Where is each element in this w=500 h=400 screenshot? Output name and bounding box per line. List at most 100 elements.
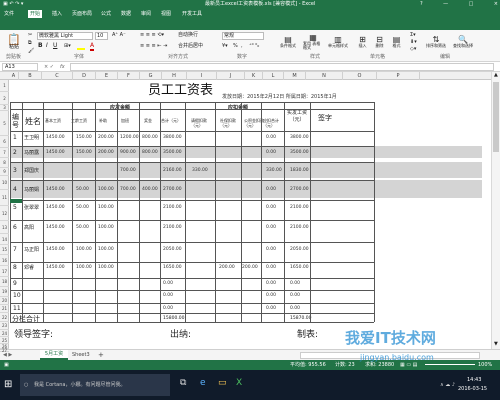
tab-review[interactable]: 审阅 [141, 10, 151, 18]
currency-icon[interactable]: ¥▾ [222, 44, 228, 49]
row-header-27[interactable]: 27 [0, 349, 9, 353]
row-header-13[interactable]: 13 [0, 221, 9, 234]
row-header-10[interactable]: 10 [0, 176, 9, 190]
fill-color-icon[interactable] [77, 44, 85, 50]
cancel-icon[interactable]: × ✓ [44, 65, 54, 70]
row-header-23[interactable]: 23 [0, 322, 9, 330]
column-header-e[interactable]: E [96, 72, 118, 80]
sheet-nav-icon[interactable]: ◀ ▶ [3, 353, 12, 358]
tray-icons[interactable]: ∧ ☁ ♪ [440, 383, 455, 388]
explorer-icon[interactable]: ▭ [218, 378, 227, 388]
bold-icon[interactable]: B [38, 43, 43, 49]
format-button[interactable]: ▤ 格式 [389, 32, 404, 52]
wrap-text-button[interactable]: 自动换行 [178, 33, 198, 38]
row-header-17[interactable]: 17 [0, 266, 9, 277]
tab-insert[interactable]: 插入 [52, 10, 62, 18]
tab-formulas[interactable]: 公式 [101, 10, 111, 18]
row-header-2[interactable]: 2 [0, 92, 9, 105]
font-size-select[interactable]: 10 [95, 32, 108, 40]
copy-icon[interactable]: ⧉ [28, 41, 32, 46]
selected-cell[interactable] [10, 199, 22, 203]
row-header-12[interactable]: 12 [0, 206, 9, 221]
clear-icon[interactable]: ◇▾ [410, 47, 416, 52]
cut-icon[interactable]: ✂ [28, 33, 32, 38]
row-header-19[interactable]: 19 [0, 287, 9, 297]
row-header-7[interactable]: 7 [0, 148, 9, 158]
column-header-g[interactable]: G [140, 72, 162, 80]
column-header-b[interactable]: B [19, 72, 42, 80]
column-header-d[interactable]: D [73, 72, 96, 80]
tab-file[interactable]: 文件 [4, 10, 14, 18]
row-header-16[interactable]: 16 [0, 255, 9, 266]
font-color-icon[interactable]: A [90, 43, 95, 51]
formula-input[interactable] [70, 63, 494, 71]
decimal-icon[interactable]: ⁺⁰ ⁰₀ [249, 44, 259, 49]
row-header-11[interactable]: 11 [0, 190, 9, 206]
maximize-button[interactable]: □ [469, 2, 474, 7]
italic-icon[interactable]: I [46, 43, 48, 49]
column-header-h[interactable]: H [162, 72, 187, 80]
table-format-button[interactable]: ▦ 套用 表格格式 [302, 32, 324, 52]
add-sheet-button[interactable]: + [98, 352, 104, 359]
fill-icon[interactable]: ⬇▾ [410, 40, 417, 45]
zoom-level[interactable]: 100% [478, 363, 492, 368]
merge-center-button[interactable]: 合并后居中 [178, 44, 203, 49]
row-header-24[interactable]: 24 [0, 330, 9, 337]
tab-developer[interactable]: 开发工具 [182, 10, 202, 18]
sheet-tab-sheet3[interactable]: Sheet3 [72, 353, 90, 358]
edge-icon[interactable]: e [200, 378, 206, 388]
row-header-21[interactable]: 21 [0, 305, 9, 313]
help-button[interactable]: ? [420, 2, 423, 7]
scroll-down-icon[interactable]: ▼ [494, 342, 498, 347]
name-box[interactable]: A13 [2, 63, 38, 71]
row-header-20[interactable]: 20 [0, 297, 9, 305]
column-header-m[interactable]: M [284, 72, 306, 80]
fx-icon[interactable]: fx [60, 65, 65, 70]
column-header-n[interactable]: N [306, 72, 343, 80]
column-header-p[interactable]: P [377, 72, 420, 80]
insert-button[interactable]: ⊞ 插入 [355, 32, 370, 52]
format-painter-icon[interactable]: 🖌 [28, 49, 34, 54]
close-button[interactable]: × [494, 2, 498, 7]
view-mode-icons[interactable]: ▦ ▭ ▤ [400, 363, 417, 368]
column-header-k[interactable]: K [245, 72, 263, 80]
column-header-c[interactable]: C [42, 72, 73, 80]
conditional-formatting-button[interactable]: ▤ 条件格式 [278, 32, 298, 52]
border-icon[interactable]: ⊞▾ [64, 44, 71, 49]
tab-data[interactable]: 数据 [121, 10, 131, 18]
row-header-5[interactable]: 5 [0, 111, 9, 136]
row-header-14[interactable]: 14 [0, 234, 9, 245]
cell-styles-button[interactable]: ▥ 单元格样式 [327, 32, 349, 52]
row-header-9[interactable]: 9 [0, 168, 9, 176]
font-name-select[interactable]: 微软雅黑 Light [37, 32, 93, 40]
comma-button[interactable]: , [241, 44, 243, 49]
sort-filter-button[interactable]: ⇅ 排序和筛选 [425, 32, 447, 52]
align-left-icon[interactable]: ≡ ≡ ≡ ⇤ ⇥ [140, 44, 167, 49]
find-select-button[interactable]: 🔍 查找和选择 [452, 32, 474, 52]
autosum-icon[interactable]: Σ▾ [410, 33, 416, 38]
percent-button[interactable]: % [233, 44, 238, 49]
column-header-f[interactable]: F [118, 72, 140, 80]
row-header-6[interactable]: 6 [0, 136, 9, 148]
taskview-icon[interactable]: ⧉ [180, 378, 186, 388]
minimize-button[interactable]: — [443, 2, 448, 7]
windows-start-icon[interactable]: ⊞ [4, 379, 12, 390]
row-header-8[interactable]: 8 [0, 158, 9, 168]
tab-page-layout[interactable]: 页面布局 [72, 10, 92, 18]
excel-taskbar-icon[interactable]: X [236, 378, 242, 388]
row-header-18[interactable]: 18 [0, 277, 9, 287]
tab-view[interactable]: 视图 [161, 10, 171, 18]
row-header-22[interactable]: 22 [0, 313, 9, 322]
column-header-l[interactable]: L [263, 72, 284, 80]
paste-button[interactable]: 📋 粘贴 [4, 32, 24, 52]
sheet-tab-active[interactable]: 5月工资 [40, 350, 68, 360]
row-header-1[interactable]: 1 [0, 80, 9, 92]
grow-font-icon[interactable]: A⁺ A⁻ [112, 33, 126, 38]
row-header-15[interactable]: 15 [0, 245, 9, 255]
column-header-j[interactable]: J [217, 72, 245, 80]
vertical-scrollbar[interactable]: ▲ ▼ [491, 72, 500, 349]
tab-home[interactable]: 开始 [28, 10, 43, 18]
column-header-i[interactable]: I [187, 72, 217, 80]
zoom-slider[interactable] [425, 364, 475, 365]
underline-icon[interactable]: U [53, 43, 57, 49]
